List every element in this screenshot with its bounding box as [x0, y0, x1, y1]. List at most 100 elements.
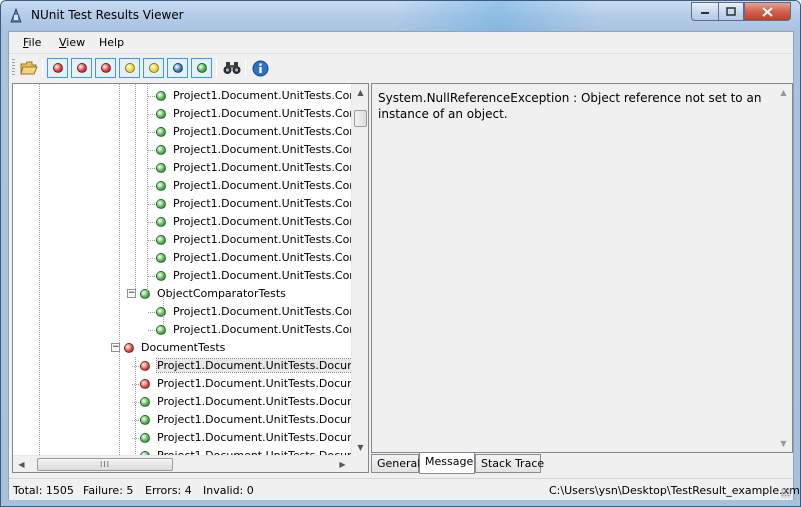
client-area: File View Help Project1.Document.UnitTes…	[8, 31, 800, 500]
scroll-up-arrow-icon[interactable]: ▲	[775, 84, 792, 101]
test-failed-icon	[140, 379, 150, 389]
tree-node-label: Project1.Document.UnitTests.Comp	[173, 143, 351, 156]
tab-general[interactable]: General	[371, 454, 420, 473]
find-binoculars-icon	[223, 62, 241, 74]
filter-red-2-button[interactable]	[71, 58, 92, 78]
tree-node[interactable]: Project1.Document.UnitTests.Comp	[13, 321, 351, 339]
info-icon	[252, 60, 268, 76]
tree-guide-line	[135, 84, 136, 294]
message-panel[interactable]: System.NullReferenceException : Object r…	[371, 83, 793, 453]
test-passed-icon	[140, 415, 150, 425]
tree-node[interactable]: Project1.Document.UnitTests.Documen	[13, 411, 351, 429]
resize-grip-icon[interactable]	[781, 488, 791, 498]
tree-node[interactable]: Project1.Document.UnitTests.Comp	[13, 141, 351, 159]
toolbar-grip[interactable]	[12, 59, 15, 77]
tree-node[interactable]: Project1.Document.UnitTests.Comp	[13, 249, 351, 267]
menu-view[interactable]: View	[59, 36, 85, 49]
tree-node-label: Project1.Document.UnitTests.Comp	[173, 161, 351, 174]
filter-green-button[interactable]	[191, 58, 212, 78]
status-failure: Failure: 5	[83, 484, 134, 497]
maximize-icon	[726, 7, 736, 16]
tree-horizontal-scrollbar[interactable]: ◀ III ▶	[13, 455, 351, 472]
tree-node[interactable]: Project1.Document.UnitTests.Comp	[13, 159, 351, 177]
test-passed-icon	[156, 307, 166, 317]
tree-node[interactable]: Project1.Document.UnitTests.Comp	[13, 213, 351, 231]
test-tree[interactable]: Project1.Document.UnitTests.Comp Project1…	[13, 84, 351, 456]
maximize-button[interactable]	[718, 2, 744, 21]
title-bar[interactable]: NUnit Test Results Viewer	[1, 1, 800, 31]
tree-guide-line	[147, 84, 148, 294]
scroll-right-arrow-icon[interactable]: ▶	[334, 456, 351, 472]
tree-vertical-scroll-thumb[interactable]	[354, 110, 367, 127]
message-vertical-scrollbar[interactable]: ▲ ▼	[775, 84, 792, 452]
status-dot-icon	[100, 63, 111, 73]
scroll-down-arrow-icon[interactable]: ▼	[352, 439, 368, 456]
collapse-toggle-icon[interactable]: −	[111, 343, 120, 352]
toolbar-separator	[216, 59, 217, 77]
tree-node[interactable]: − ObjectComparatorTests	[13, 285, 351, 303]
message-text: System.NullReferenceException : Object r…	[378, 91, 762, 121]
tree-node-label: Project1.Document.UnitTests.Documen	[157, 377, 351, 390]
tree-node-label: ObjectComparatorTests	[157, 287, 286, 300]
scroll-down-arrow-icon[interactable]: ▼	[775, 435, 792, 452]
menu-help[interactable]: Help	[99, 36, 124, 49]
tree-node-label: Project1.Document.UnitTests.Documen	[156, 358, 351, 373]
tree-node[interactable]: Project1.Document.UnitTests.Comp	[13, 231, 351, 249]
tree-node[interactable]: − DocumentTests	[13, 339, 351, 357]
test-tree-panel[interactable]: Project1.Document.UnitTests.Comp Project1…	[12, 83, 369, 473]
tree-node[interactable]: Project1.Document.UnitTests.Comp	[13, 303, 351, 321]
status-bar: Total: 1505 Failure: 5 Errors: 4 Invalid…	[9, 478, 800, 500]
status-total: Total: 1505	[13, 484, 74, 497]
tree-node[interactable]: Project1.Document.UnitTests.Documen	[13, 429, 351, 447]
close-button[interactable]	[744, 2, 791, 21]
menu-view-rest: iew	[66, 36, 86, 49]
tree-node-label: Project1.Document.UnitTests.Comp	[173, 197, 351, 210]
tree-node-label: Project1.Document.UnitTests.Comp	[173, 251, 351, 264]
test-passed-icon	[156, 91, 166, 101]
title-glow	[393, 1, 603, 31]
test-passed-icon	[156, 127, 166, 137]
scrollbar-corner	[351, 455, 368, 472]
filter-yellow-2-button[interactable]	[143, 58, 164, 78]
tree-node-label: Project1.Document.UnitTests.Comp	[173, 125, 351, 138]
scroll-up-arrow-icon[interactable]: ▲	[352, 84, 368, 101]
filter-red-3-button[interactable]	[95, 58, 116, 78]
minimize-button[interactable]	[691, 2, 718, 21]
tree-vertical-scrollbar[interactable]: ▲ ▼	[351, 84, 368, 456]
test-failed-icon	[140, 361, 150, 371]
menu-help-label: Help	[99, 36, 125, 49]
open-folder-icon	[20, 61, 38, 75]
tree-node[interactable]: Project1.Document.UnitTests.Comp	[13, 87, 351, 105]
menu-file[interactable]: File	[23, 36, 41, 49]
tab-message[interactable]: Message	[419, 453, 475, 474]
tree-node-label: Project1.Document.UnitTests.Comp	[173, 179, 351, 192]
app-window: NUnit Test Results Viewer File View Help	[0, 0, 801, 507]
filter-blue-button[interactable]	[167, 58, 188, 78]
test-passed-icon	[156, 235, 166, 245]
tree-node[interactable]: Project1.Document.UnitTests.Documen	[13, 393, 351, 411]
scroll-left-arrow-icon[interactable]: ◀	[13, 456, 30, 472]
tree-node[interactable]: Project1.Document.UnitTests.Documen	[13, 375, 351, 393]
find-button[interactable]	[222, 58, 242, 78]
test-passed-icon	[156, 181, 166, 191]
info-button[interactable]	[250, 58, 270, 78]
tree-node[interactable]: Project1.Document.UnitTests.Documen	[13, 357, 351, 375]
tree-horizontal-scroll-thumb[interactable]: III	[37, 458, 173, 471]
test-passed-icon	[156, 145, 166, 155]
tab-stack-trace[interactable]: Stack Trace	[475, 454, 544, 473]
menu-bar: File View Help	[9, 32, 793, 54]
tree-node[interactable]: Project1.Document.UnitTests.Comp	[13, 195, 351, 213]
tree-node[interactable]: Project1.Document.UnitTests.Comp	[13, 267, 351, 285]
filter-red-1-button[interactable]	[47, 58, 68, 78]
tree-node[interactable]: Project1.Document.UnitTests.Comp	[13, 123, 351, 141]
open-button[interactable]	[19, 58, 39, 78]
status-dot-icon	[196, 63, 207, 73]
tree-node-label: Project1.Document.UnitTests.Comp	[173, 89, 351, 102]
minimize-icon	[701, 11, 709, 14]
tree-node[interactable]: Project1.Document.UnitTests.Comp	[13, 105, 351, 123]
filter-yellow-1-button[interactable]	[119, 58, 140, 78]
status-dot-icon	[148, 63, 159, 73]
tree-node-label: Project1.Document.UnitTests.Comp	[173, 215, 351, 228]
tree-node[interactable]: Project1.Document.UnitTests.Comp	[13, 177, 351, 195]
tree-node-label: Project1.Document.UnitTests.Comp	[173, 269, 351, 282]
